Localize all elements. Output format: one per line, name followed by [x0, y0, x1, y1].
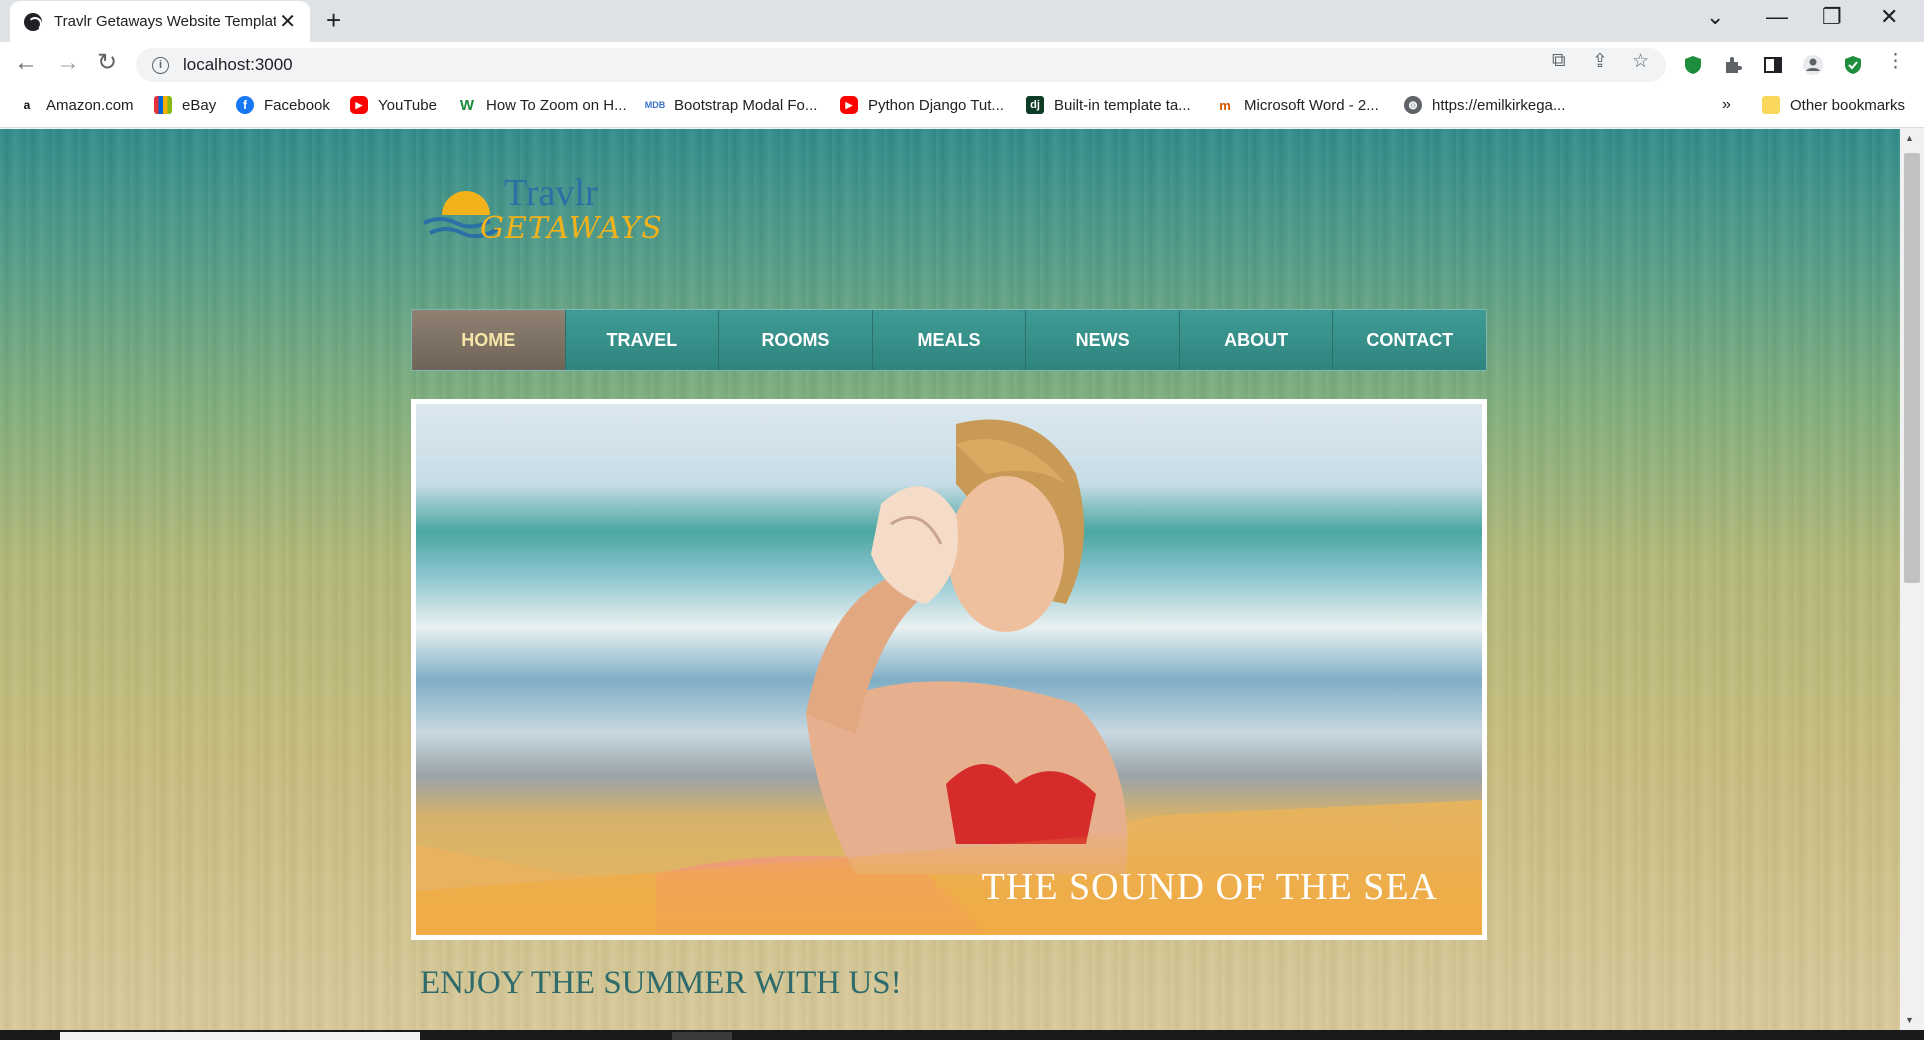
bookmark-ebay[interactable]: eBay	[154, 96, 216, 114]
taskbar-search[interactable]	[60, 1032, 420, 1040]
bookmark-label: https://emilkirkega...	[1432, 96, 1566, 114]
nav-travel[interactable]: TRAVEL	[565, 310, 720, 370]
document-icon: m	[1216, 96, 1234, 114]
bookmark-label: Microsoft Word - 2...	[1244, 96, 1379, 114]
scroll-up-icon[interactable]: ▲	[1905, 133, 1914, 143]
close-icon[interactable]: ✕	[279, 12, 296, 32]
youtube-icon: ▶	[350, 96, 368, 114]
bookmark-star-icon[interactable]: ☆	[1632, 50, 1649, 73]
taskbar-active-app[interactable]	[672, 1032, 732, 1040]
bookmark-label: eBay	[182, 96, 217, 114]
main-navigation: HOME TRAVEL ROOMS MEALS NEWS ABOUT CONTA…	[411, 309, 1487, 371]
django-icon: dj	[1026, 96, 1044, 114]
ebay-icon	[154, 96, 172, 114]
nav-news[interactable]: NEWS	[1026, 310, 1180, 370]
bookmark-label: Other bookmarks	[1790, 96, 1906, 114]
restore-button[interactable]: ❐	[1822, 6, 1842, 28]
logo-text-getaways: GETAWAYS	[480, 211, 663, 246]
hero-image: THE SOUND OF THE SEA	[416, 404, 1482, 935]
logo-text-travlr: Travlr	[504, 172, 598, 214]
amazon-icon: a	[18, 96, 36, 114]
security-check-icon[interactable]	[1842, 54, 1864, 76]
profile-avatar-icon[interactable]	[1802, 54, 1824, 76]
browser-toolbar: ← → ↻ i localhost:3000 ⧉ ⇪ ☆ ⋮	[0, 42, 1924, 88]
bookmarks-overflow-button[interactable]: »	[1722, 96, 1731, 114]
hero-banner: THE SOUND OF THE SEA	[411, 399, 1487, 940]
nav-rooms[interactable]: ROOMS	[719, 310, 873, 370]
side-panel-icon[interactable]	[1762, 54, 1784, 76]
page-headline: ENJOY THE SUMMER WITH US!	[420, 965, 902, 1001]
bookmark-label: Built-in template ta...	[1054, 96, 1191, 114]
browser-tab[interactable]: Travlr Getaways Website Template ✕	[10, 1, 310, 42]
globe-icon: ◍	[1404, 96, 1422, 114]
tab-title: Travlr Getaways Website Template	[54, 13, 276, 30]
site-logo[interactable]: Travlr GETAWAYS	[420, 171, 662, 251]
extension-shield-icon[interactable]	[1682, 54, 1704, 76]
tab-strip: Travlr Getaways Website Template ✕ + ⌄ —…	[0, 0, 1924, 42]
folder-icon	[1762, 96, 1780, 114]
bookmark-emilkirkegaard[interactable]: ◍ https://emilkirkega...	[1404, 96, 1565, 114]
page-viewport: Travlr GETAWAYS HOME TRAVEL ROOMS MEALS …	[0, 129, 1900, 1030]
bookmark-label: Python Django Tut...	[868, 96, 1004, 114]
window-close-button[interactable]: ✕	[1880, 6, 1898, 28]
nav-home[interactable]: HOME	[412, 310, 566, 370]
back-button[interactable]: ←	[14, 51, 38, 75]
bookmark-zoom-howto[interactable]: W How To Zoom on H...	[458, 96, 627, 114]
minimize-button[interactable]: —	[1766, 6, 1788, 28]
address-bar[interactable]: i localhost:3000	[136, 48, 1666, 82]
nav-about[interactable]: ABOUT	[1179, 310, 1334, 370]
bookmark-label: Facebook	[264, 96, 330, 114]
nav-contact[interactable]: CONTACT	[1333, 310, 1487, 370]
share-icon[interactable]: ⇪	[1592, 50, 1608, 73]
other-bookmarks-folder[interactable]: Other bookmarks	[1762, 96, 1905, 114]
extensions-puzzle-icon[interactable]	[1722, 54, 1744, 76]
bookmark-django-tutorial[interactable]: ▶ Python Django Tut...	[840, 96, 1004, 114]
reload-button[interactable]: ↻	[97, 51, 117, 75]
os-taskbar	[0, 1030, 1924, 1040]
page-scrollbar[interactable]: ▲ ▼	[1900, 129, 1924, 1030]
globe-icon	[24, 12, 42, 31]
bookmark-template-tags[interactable]: dj Built-in template ta...	[1026, 96, 1191, 114]
open-in-app-icon[interactable]: ⧉	[1552, 50, 1566, 72]
hero-caption: THE SOUND OF THE SEA	[981, 866, 1438, 908]
forward-button[interactable]: →	[56, 51, 80, 75]
bookmark-youtube[interactable]: ▶ YouTube	[350, 96, 437, 114]
url-text[interactable]: localhost:3000	[183, 55, 293, 75]
bookmark-bootstrap-modal[interactable]: MDB Bootstrap Modal Fo...	[645, 96, 818, 114]
bookmark-microsoft-word[interactable]: m Microsoft Word - 2...	[1216, 96, 1379, 114]
bookmark-label: How To Zoom on H...	[486, 96, 627, 114]
bookmark-label: Amazon.com	[46, 96, 134, 114]
scroll-down-icon[interactable]: ▼	[1905, 1015, 1914, 1025]
bookmarks-bar: a Amazon.com eBay f Facebook ▶ YouTube W…	[0, 88, 1924, 128]
youtube-icon: ▶	[840, 96, 858, 114]
info-icon[interactable]: i	[152, 56, 169, 74]
bookmark-label: YouTube	[378, 96, 437, 114]
facebook-icon: f	[236, 96, 254, 114]
bookmark-label: Bootstrap Modal Fo...	[674, 96, 818, 114]
menu-kebab-icon[interactable]: ⋮	[1886, 50, 1905, 73]
bookmark-facebook[interactable]: f Facebook	[236, 96, 330, 114]
mdb-icon: MDB	[645, 96, 665, 114]
new-tab-button[interactable]: +	[326, 7, 341, 33]
scroll-thumb[interactable]	[1904, 153, 1920, 583]
bookmark-amazon[interactable]: a Amazon.com	[18, 96, 134, 114]
nav-meals[interactable]: MEALS	[872, 310, 1027, 370]
tab-search-icon[interactable]: ⌄	[1706, 6, 1724, 28]
wix-icon: W	[458, 96, 476, 114]
